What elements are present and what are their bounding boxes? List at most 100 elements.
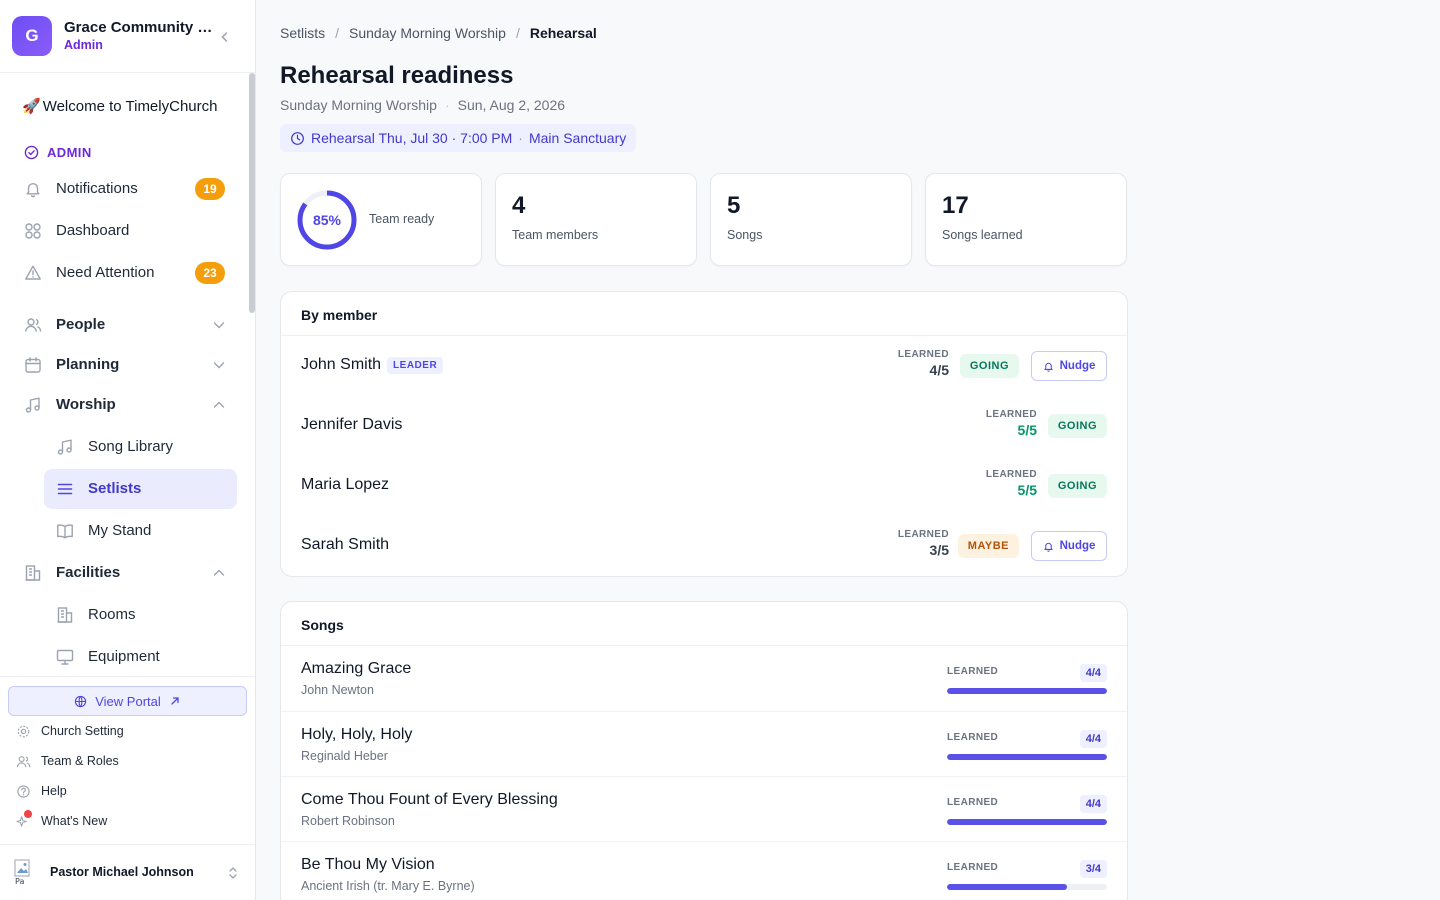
collapse-sidebar-button[interactable]	[214, 26, 236, 48]
status-badge: GOING	[1047, 474, 1107, 498]
help-label: Help	[41, 784, 67, 798]
member-name-text: John Smith	[301, 356, 382, 373]
breadcrumb-setlists[interactable]: Setlists	[280, 25, 325, 41]
sidebar-item-song-library[interactable]: Song Library	[44, 427, 237, 467]
sidebar-item-notifications[interactable]: Notifications 19	[16, 169, 240, 209]
member-learned: LEARNED 5/5	[986, 409, 1037, 438]
song-title: Holy, Holy, Holy	[301, 726, 413, 743]
sidebar-scrollbar[interactable]	[249, 73, 255, 676]
sidebar-item-people[interactable]: People	[16, 305, 240, 345]
song-row[interactable]: Be Thou My Vision Ancient Irish (tr. Mary…	[281, 841, 1127, 900]
member-row: Jennifer Davis LEARNED 5/5 GOING	[281, 396, 1127, 456]
org-name: Grace Community Church	[64, 19, 214, 36]
help-link[interactable]: Help	[16, 780, 67, 802]
member-row: Maria Lopez LEARNED 5/5 GOING	[281, 456, 1127, 516]
bell-icon	[1043, 362, 1053, 372]
sidebar-item-worship[interactable]: Worship	[16, 385, 240, 425]
chevron-up-down-icon	[229, 867, 237, 879]
svg-text:Pa: Pa	[15, 877, 24, 885]
help-circle-icon	[17, 784, 30, 798]
learned-label: LEARNED	[947, 797, 999, 808]
org-switcher[interactable]: G Grace Community Church Admin	[0, 0, 255, 73]
song-row[interactable]: Amazing Grace John Newton LEARNED 4/4	[281, 646, 1127, 711]
sidebar-item-equipment[interactable]: Equipment	[44, 637, 237, 676]
welcome-link[interactable]: 🚀 Welcome to TimelyChurch	[22, 97, 218, 116]
chevron-down-icon	[213, 322, 225, 329]
sidebar-item-need-attention[interactable]: Need Attention 23	[16, 253, 240, 293]
status-badge: GOING	[1047, 414, 1107, 438]
service-date: Sun, Aug 2, 2026	[457, 97, 566, 113]
learned-label: LEARNED	[947, 862, 999, 873]
nudge-label: Nudge	[1059, 540, 1096, 552]
song-progress-fill	[947, 754, 1107, 760]
monitor-icon	[56, 649, 74, 665]
sidebar-item-my-stand[interactable]: My Stand	[44, 511, 237, 551]
separator-dot: ·	[444, 97, 450, 113]
team-roles-link[interactable]: Team & Roles	[16, 750, 119, 772]
building-icon	[25, 565, 41, 581]
by-member-heading: By member	[281, 292, 1127, 336]
nudge-button[interactable]: Nudge	[1031, 531, 1107, 561]
member-name: Jennifer Davis	[301, 416, 402, 434]
service-info: Sunday Morning Worship · Sun, Aug 2, 202…	[280, 97, 565, 113]
song-progress-bar	[947, 884, 1107, 890]
nudge-label: Nudge	[1059, 360, 1096, 372]
sidebar-scrollbar-thumb[interactable]	[249, 73, 255, 313]
sidebar-item-facilities[interactable]: Facilities	[16, 553, 240, 593]
globe-icon	[75, 695, 87, 707]
learned-count: 5/5	[1017, 482, 1037, 498]
songs-card: 5 Songs	[710, 173, 912, 266]
sidebar-item-label: Equipment	[88, 648, 160, 665]
welcome-label: Welcome to TimelyChurch	[42, 97, 218, 115]
page-title: Rehearsal readiness	[280, 62, 514, 89]
member-name-text: Sarah Smith	[301, 536, 390, 553]
church-setting-link[interactable]: Church Setting	[16, 720, 124, 742]
song-learned-count: 4/4	[1079, 795, 1107, 813]
song-learned-count: 4/4	[1079, 664, 1107, 682]
users-icon	[25, 318, 42, 332]
song-row[interactable]: Come Thou Fount of Every Blessing Robert …	[281, 776, 1127, 841]
team-ready-percent: 85%	[312, 212, 342, 228]
nudge-button[interactable]: Nudge	[1031, 351, 1107, 381]
sidebar-item-label: Notifications	[56, 180, 138, 197]
whats-new-label: What's New	[41, 814, 108, 828]
sidebar-item-rooms[interactable]: Rooms	[44, 595, 237, 635]
view-portal-label: View Portal	[95, 693, 161, 709]
whats-new-link[interactable]: What's New	[16, 809, 108, 832]
sidebar-item-dashboard[interactable]: Dashboard	[16, 211, 240, 251]
service-name: Sunday Morning Worship	[280, 97, 437, 113]
clock-icon	[291, 131, 304, 145]
sidebar-item-setlists[interactable]: Setlists	[44, 469, 237, 509]
song-author: Ancient Irish (tr. Mary E. Byrne)	[301, 879, 475, 893]
sidebar-item-planning[interactable]: Planning	[16, 345, 240, 385]
user-menu[interactable]: Pa Pastor Michael Johnson	[0, 844, 255, 900]
team-ready-caption: Team ready	[369, 212, 435, 226]
sidebar-item-label: Worship	[56, 396, 116, 413]
need-attention-count-badge: 23	[195, 262, 225, 284]
avatar: Pa	[14, 859, 36, 885]
chevron-up-icon	[213, 401, 225, 408]
status-badge: GOING	[959, 354, 1019, 378]
notifications-count-badge: 19	[195, 178, 225, 200]
learned-label: LEARNED	[897, 349, 949, 360]
breadcrumb-service[interactable]: Sunday Morning Worship	[349, 25, 506, 41]
learned-count: 3/5	[929, 542, 949, 558]
org-logo: G	[12, 16, 52, 56]
rehearsal-time: Rehearsal Thu, Jul 30 · 7:00 PM	[311, 130, 513, 146]
member-learned: LEARNED 3/5	[898, 529, 949, 558]
list-icon	[57, 483, 73, 495]
team-ready-card: 85% Team ready	[280, 173, 482, 266]
breadcrumb-separator: /	[335, 25, 340, 41]
song-progress-bar	[947, 754, 1107, 760]
songs-heading: Songs	[281, 602, 1127, 646]
song-row[interactable]: Holy, Holy, Holy Reginald Heber LEARNED 4/4	[281, 711, 1127, 776]
new-indicator-dot	[24, 809, 32, 818]
view-portal-button[interactable]: View Portal	[8, 686, 247, 716]
rocket-icon: 🚀	[22, 98, 41, 115]
member-row: Sarah Smith LEARNED 3/5 MAYBE Nudge	[281, 516, 1127, 576]
status-badge: MAYBE	[957, 534, 1019, 558]
songs-caption: Songs	[727, 228, 763, 242]
section-admin-label: ADMIN	[47, 145, 92, 160]
song-list: Amazing Grace John Newton LEARNED 4/4 Holy, …	[281, 646, 1127, 900]
member-learned: LEARNED 4/5	[898, 349, 949, 378]
